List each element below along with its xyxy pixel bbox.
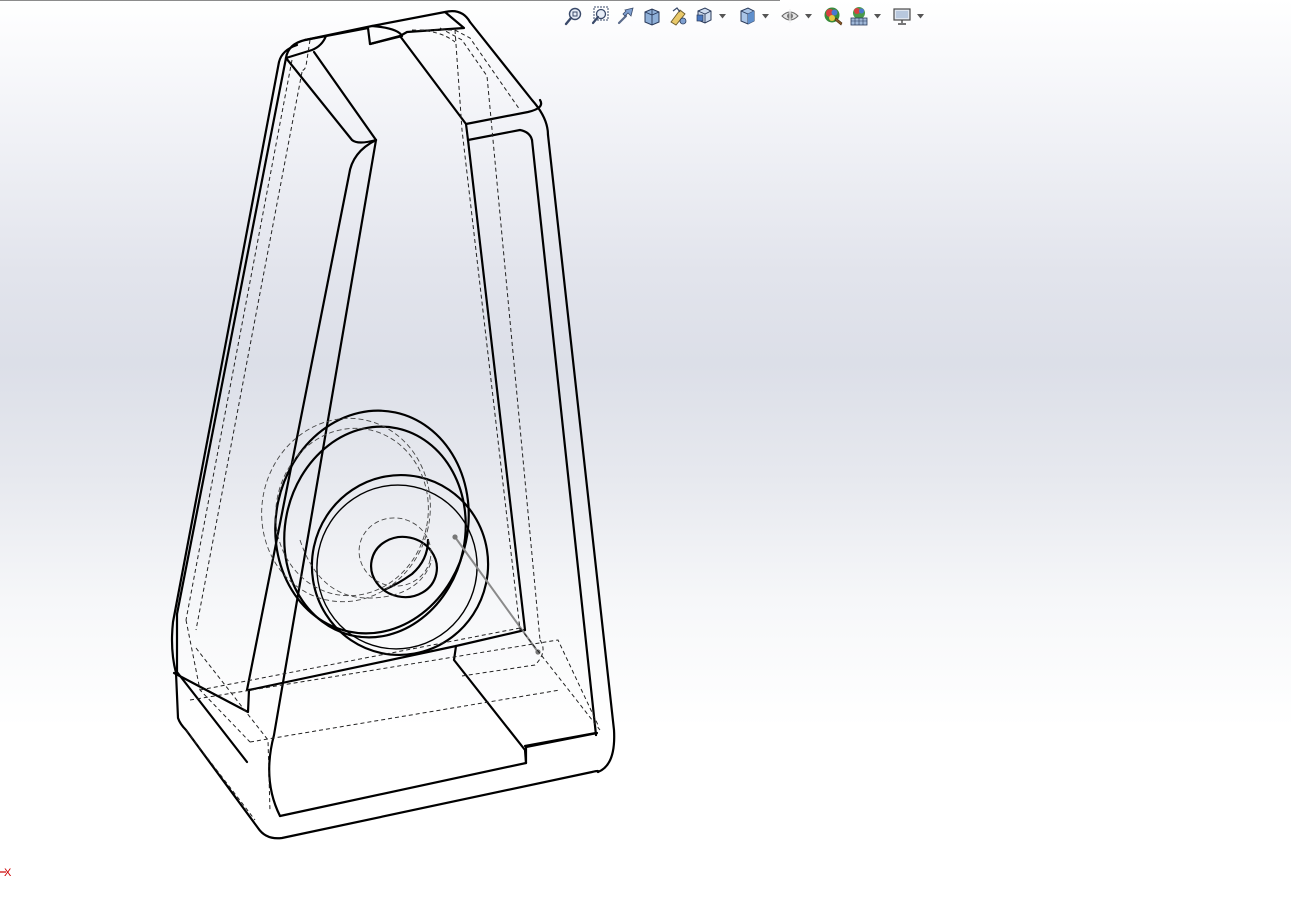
hide-show-eye-icon [781,9,799,23]
base-front-bottom-edge[interactable] [174,671,600,840]
monitor-icon [893,8,911,25]
base-front-upper-edge[interactable] [278,745,528,818]
section-view-icon [644,8,660,26]
triad-x-label: X [4,867,12,879]
zoom-to-area-button[interactable] [588,5,612,27]
chevron-down-icon [762,13,769,18]
top-right-step-2[interactable] [466,128,534,142]
view-orientation-button[interactable] [692,5,716,27]
reference-triad: X [0,867,12,879]
base-left-ledge[interactable] [172,671,251,714]
bore-hole[interactable] [365,531,442,603]
view-orientation-dropdown[interactable] [718,5,727,27]
zoom-to-area-icon [591,6,609,25]
display-style-icon [740,7,755,25]
top-right-step[interactable] [464,98,543,126]
inner-right-edge[interactable] [530,138,598,737]
dynamic-annotation-icon [670,7,687,26]
boss-outer-circle[interactable] [255,392,489,651]
display-style-dropdown[interactable] [761,5,770,27]
zoom-to-fit-icon [564,7,582,26]
view-orientation-icon [696,7,712,24]
top-slot-left-wall[interactable] [284,50,378,144]
edit-appearance-button[interactable] [821,5,845,27]
base-slot-floor[interactable] [452,644,528,765]
chevron-down-icon [917,13,924,18]
outer-left-edge[interactable] [170,43,299,675]
boss-front-face[interactable] [295,459,505,672]
base-inner-ledge-edge[interactable] [247,644,458,692]
apply-scene-dropdown[interactable] [873,5,882,27]
section-view-button[interactable] [640,5,664,27]
top-right-rounded-corner[interactable] [468,20,550,137]
outer-left-inner-edge[interactable] [175,56,288,616]
chevron-down-icon [719,13,726,18]
chevron-down-icon [874,13,881,18]
model-wireframe[interactable] [0,0,1291,909]
boss-outer-circle-rim[interactable] [265,410,485,655]
view-settings-button[interactable] [890,5,914,27]
display-style-button[interactable] [735,5,759,27]
top-slot-right-wall[interactable] [368,34,470,142]
apply-scene-icon [850,7,868,26]
apply-scene-button[interactable] [847,5,871,27]
hide-show-items-button[interactable] [778,5,802,27]
outer-right-edge[interactable] [546,133,616,774]
heads-up-view-toolbar [562,4,925,28]
edit-appearance-icon [824,7,843,26]
graphics-area[interactable]: X [0,0,1291,909]
base-right-ledge-edge[interactable] [524,731,599,749]
base-left-top-edge[interactable] [175,612,249,764]
hide-show-items-dropdown[interactable] [804,5,813,27]
sketch-point-start[interactable] [452,534,458,540]
previous-view-button[interactable] [614,5,638,27]
zoom-to-fit-button[interactable] [562,5,586,27]
inner-left-column-edge[interactable] [245,138,378,692]
previous-view-icon [617,7,634,25]
view-settings-dropdown[interactable] [916,5,925,27]
chevron-down-icon [805,13,812,18]
top-face-front-edge[interactable] [324,24,404,46]
dynamic-annotation-views-button[interactable] [666,5,690,27]
